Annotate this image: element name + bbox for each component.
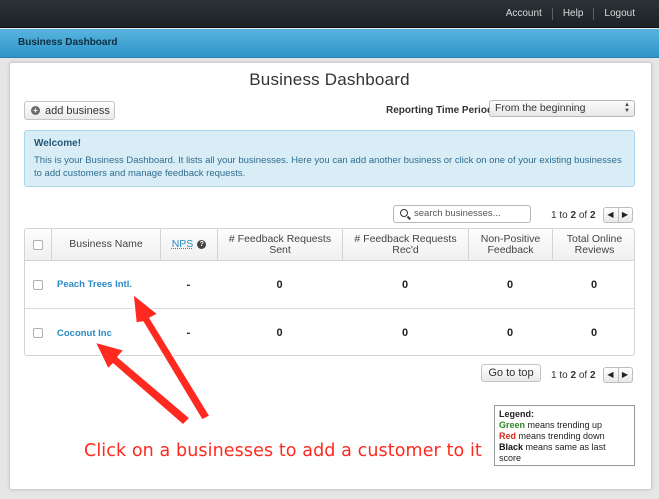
select-arrows-icon: ▲ ▼	[624, 102, 630, 114]
reviews-cell: 0	[590, 327, 598, 339]
breadcrumb[interactable]: Business Dashboard	[18, 37, 117, 48]
page-from: 1	[551, 209, 557, 221]
col-business-name[interactable]: Business Name	[51, 229, 160, 260]
legend-title: Legend:	[499, 409, 534, 419]
business-table: Business Name NPS? # Feedback Requests S…	[24, 228, 635, 356]
top-navbar: Account Help Logout	[0, 0, 659, 28]
plus-icon: +	[31, 106, 40, 115]
nonpositive-cell: 0	[506, 327, 514, 339]
account-link[interactable]: Account	[496, 8, 552, 20]
col-nps[interactable]: NPS?	[160, 229, 217, 260]
page-from: 1	[551, 369, 557, 381]
legend-box: Legend: Green means trending up Red mean…	[494, 405, 635, 466]
next-page-icon[interactable]: ▶	[617, 208, 632, 222]
legend-black-word: Black	[499, 442, 524, 452]
page-total: 2	[589, 369, 596, 381]
nps-header-link[interactable]: NPS	[172, 239, 194, 250]
row-checkbox[interactable]	[33, 328, 43, 338]
table-row[interactable]: Coconut Inc - 0 0 0 0	[25, 309, 634, 355]
table-header-row: Business Name NPS? # Feedback Requests S…	[25, 229, 634, 261]
welcome-title: Welcome!	[34, 138, 82, 149]
prev-page-icon[interactable]: ◀	[604, 368, 618, 382]
add-business-label: add business	[45, 104, 110, 117]
legend-black-line: Black means same as last score	[499, 442, 630, 464]
annotation-callout: Click on a businesses to add a customer …	[84, 441, 482, 461]
business-name-cell: Peach Trees Intl.	[51, 261, 160, 308]
nps-cell: -	[186, 278, 191, 291]
sub-header-bar: Business Dashboard	[0, 29, 659, 58]
row-checkbox-cell	[25, 309, 51, 355]
table-row[interactable]: Peach Trees Intl. - 0 0 0 0	[25, 261, 634, 309]
page-of-word: of	[578, 369, 588, 381]
nps-cell: -	[186, 327, 191, 339]
nonpositive-cell: 0	[506, 278, 514, 291]
page-title: Business Dashboard	[249, 70, 410, 89]
recd-cell: 0	[401, 327, 409, 339]
help-link[interactable]: Help	[553, 8, 594, 20]
legend-red-word: Red	[499, 431, 517, 441]
page-to-word: to	[559, 209, 568, 221]
add-business-button[interactable]: + add business	[24, 101, 115, 120]
col-feedback-sent[interactable]: # Feedback Requests Sent	[217, 229, 342, 260]
legend-green-line: Green means trending up	[499, 420, 630, 431]
page-to: 2	[570, 369, 577, 381]
search-placeholder: search businesses...	[414, 208, 501, 219]
reporting-period-select[interactable]: From the beginning ▲ ▼	[489, 100, 635, 117]
business-link[interactable]: Peach Trees Intl.	[57, 279, 132, 290]
page-total: 2	[589, 209, 596, 221]
top-nav-links: Account Help Logout	[496, 0, 645, 28]
select-all-checkbox[interactable]	[33, 239, 43, 250]
pagination-top: 1 to 2 of 2 ◀ ▶	[551, 207, 633, 223]
pager-arrows: ◀ ▶	[602, 207, 633, 223]
search-icon	[400, 209, 408, 217]
reporting-period-label: Reporting Time Period	[386, 105, 494, 116]
sent-cell: 0	[276, 327, 283, 339]
col-non-positive[interactable]: Non-Positive Feedback	[468, 229, 552, 260]
help-icon[interactable]: ?	[197, 240, 207, 249]
reviews-cell: 0	[590, 278, 598, 291]
welcome-text: This is your Business Dashboard. It list…	[34, 155, 622, 179]
business-link[interactable]: Coconut Inc	[57, 328, 112, 339]
search-input[interactable]: search businesses...	[393, 205, 531, 223]
legend-green-word: Green	[499, 420, 526, 430]
go-to-top-button[interactable]: Go to top	[481, 364, 541, 382]
row-checkbox[interactable]	[33, 279, 43, 290]
select-all-cell	[25, 229, 51, 260]
pager-arrows: ◀ ▶	[602, 367, 633, 383]
reporting-period-value: From the beginning	[495, 102, 586, 114]
legend-red-line: Red means trending down	[499, 431, 630, 442]
col-feedback-recd[interactable]: # Feedback Requests Rec'd	[342, 229, 468, 260]
logout-link[interactable]: Logout	[594, 8, 645, 20]
page-to: 2	[570, 209, 577, 221]
legend-red-text: means trending down	[516, 431, 605, 441]
col-online-reviews[interactable]: Total Online Reviews	[552, 229, 634, 260]
business-name-cell: Coconut Inc	[51, 309, 160, 355]
recd-cell: 0	[401, 278, 409, 291]
welcome-alert: Welcome! This is your Business Dashboard…	[24, 130, 635, 187]
prev-page-icon[interactable]: ◀	[604, 208, 618, 222]
sent-cell: 0	[276, 278, 283, 291]
pagination-bottom: 1 to 2 of 2 ◀ ▶	[551, 367, 633, 383]
page-to-word: to	[559, 369, 568, 381]
row-checkbox-cell	[25, 261, 51, 308]
next-page-icon[interactable]: ▶	[617, 368, 632, 382]
page-of-word: of	[578, 209, 588, 221]
legend-green-text: means trending up	[525, 420, 603, 430]
